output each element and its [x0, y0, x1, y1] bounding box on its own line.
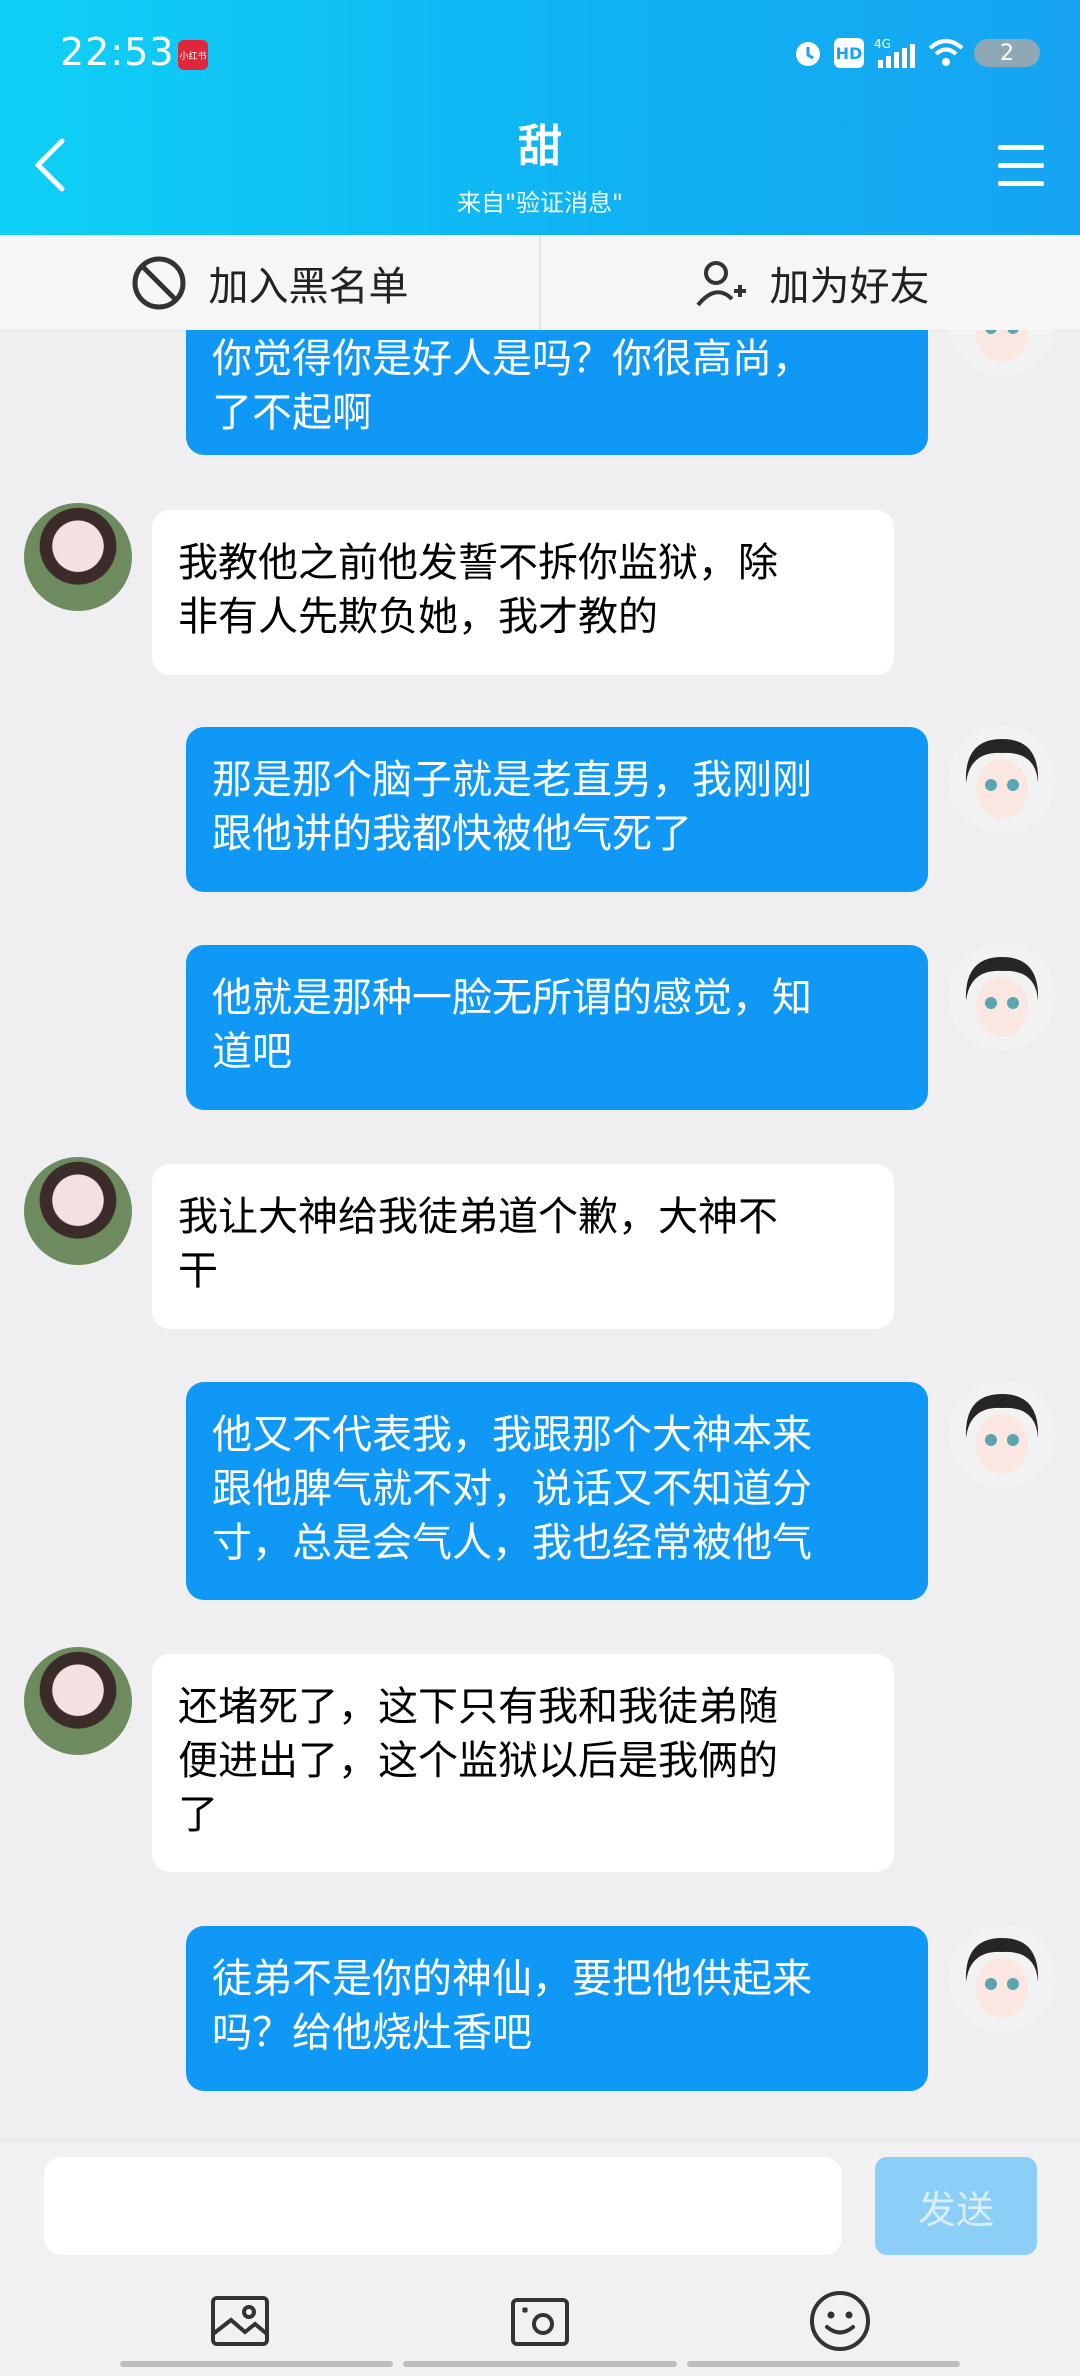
message-line: 道吧: [212, 1029, 292, 1075]
hd-icon: HD: [834, 38, 864, 68]
composer-toolbar: [0, 2276, 1080, 2366]
title-block: 甜 来自"验证消息": [0, 125, 1080, 218]
page-title: 甜: [518, 121, 562, 172]
message-line: 了不起啊: [212, 390, 372, 436]
avatar[interactable]: [24, 1157, 132, 1265]
composer: 发送: [0, 2140, 1080, 2376]
gesture-bar-segment: [686, 2361, 960, 2367]
avatar[interactable]: [24, 1647, 132, 1755]
message-line: 了: [178, 1792, 218, 1838]
image-icon: [211, 2296, 269, 2346]
add-user-icon: [695, 260, 746, 306]
avatar-image-icon: [948, 330, 1056, 376]
avatar-image-icon: [948, 1924, 1056, 2032]
message-line: 徒弟不是你的神仙，要把他供起来: [212, 1956, 812, 2002]
image-button[interactable]: [205, 2286, 275, 2356]
battery-indicator: 2: [974, 39, 1040, 67]
avatar[interactable]: [948, 725, 1056, 833]
avatar[interactable]: [24, 503, 132, 611]
message-bubble[interactable]: 徒弟不是你的神仙，要把他供起来 吗？给他烧灶香吧: [186, 1926, 928, 2091]
alarm-icon: [792, 37, 824, 69]
menu-button[interactable]: [998, 145, 1044, 187]
message-line: 那是那个脑子就是老直男，我刚刚: [212, 757, 812, 803]
message-line: 你觉得你是好人是吗？你很高尚，: [212, 336, 812, 382]
camera-button[interactable]: [505, 2286, 575, 2356]
message-input[interactable]: [44, 2157, 842, 2255]
message-line: 寸，总是会气人，我也经常被他气: [212, 1520, 812, 1566]
message-bubble[interactable]: 他就是那种一脸无所谓的感觉，知 道吧: [186, 945, 928, 1110]
chat-screen: 22:53 小红书 HD 4G 2 甜 来自"验证消息" 加入黑名单 加为好友 …: [0, 0, 1080, 2376]
blacklist-label: 加入黑名单: [208, 263, 409, 310]
avatar-image-icon: [948, 1380, 1056, 1488]
app-badge-icon: 小红书: [178, 40, 208, 70]
message-line: 我让大神给我徒弟道个歉，大神不: [178, 1194, 778, 1240]
message-line: 跟他脾气就不对，说话又不知道分: [212, 1466, 812, 1512]
avatar-image-icon: [948, 725, 1056, 833]
status-time: 22:53: [60, 30, 175, 74]
emoji-button[interactable]: [805, 2286, 875, 2356]
message-line: 干: [178, 1248, 218, 1294]
emoji-icon: [810, 2291, 870, 2351]
avatar[interactable]: [948, 1380, 1056, 1488]
signal-icon: 4G: [874, 36, 918, 70]
avatar[interactable]: [948, 330, 1056, 376]
message-line: 我教他之前他发誓不拆你监狱，除: [178, 540, 778, 586]
message-line: 他就是那种一脸无所谓的感觉，知: [212, 975, 812, 1021]
add-friend-label: 加为好友: [769, 263, 930, 310]
avatar[interactable]: [948, 943, 1056, 1051]
menu-icon-bar: [998, 163, 1044, 168]
message-list[interactable]: 你觉得你是好人是吗？你很高尚， 了不起啊 我教他之前他发誓不拆你监狱，除 非有人…: [0, 330, 1080, 2140]
avatar-image-icon: [948, 943, 1056, 1051]
message-bubble[interactable]: 我教他之前他发誓不拆你监狱，除 非有人先欺负她，我才教的: [152, 510, 894, 675]
header: 22:53 小红书 HD 4G 2 甜 来自"验证消息": [0, 0, 1080, 235]
gesture-bar: [120, 2361, 960, 2367]
blacklist-button[interactable]: 加入黑名单: [0, 235, 539, 330]
add-friend-button[interactable]: 加为好友: [541, 235, 1080, 330]
message-line: 跟他讲的我都快被他气死了: [212, 811, 692, 857]
menu-icon-bar: [998, 181, 1044, 186]
message-bubble[interactable]: 还堵死了，这下只有我和我徒弟随 便进出了，这个监狱以后是我俩的 了: [152, 1654, 894, 1872]
message-line: 便进出了，这个监狱以后是我俩的: [178, 1738, 778, 1784]
block-icon: [132, 256, 185, 309]
menu-icon-bar: [998, 145, 1044, 150]
page-subtitle: 来自"验证消息": [456, 189, 624, 217]
wifi-icon: [928, 38, 964, 68]
message-line: 还堵死了，这下只有我和我徒弟随: [178, 1684, 778, 1730]
message-bubble[interactable]: 我让大神给我徒弟道个歉，大神不 干: [152, 1164, 894, 1329]
camera-icon: [511, 2298, 569, 2346]
action-bar: 加入黑名单 加为好友: [0, 235, 1080, 331]
message-line: 他又不代表我，我跟那个大神本来: [212, 1412, 812, 1458]
message-line: 吗？给他烧灶香吧: [212, 2010, 532, 2056]
message-bubble[interactable]: 那是那个脑子就是老直男，我刚刚 跟他讲的我都快被他气死了: [186, 727, 928, 892]
network-label: 4G: [874, 37, 891, 51]
gesture-bar-segment: [120, 2361, 394, 2367]
message-line: 非有人先欺负她，我才教的: [178, 594, 658, 640]
message-bubble[interactable]: 你觉得你是好人是吗？你很高尚， 了不起啊: [186, 330, 928, 455]
avatar[interactable]: [948, 1924, 1056, 2032]
status-icons: HD 4G 2: [792, 36, 1040, 70]
message-bubble[interactable]: 他又不代表我，我跟那个大神本来 跟他脾气就不对，说话又不知道分 寸，总是会气人，…: [186, 1382, 928, 1600]
gesture-bar-segment: [403, 2361, 677, 2367]
send-button[interactable]: 发送: [875, 2157, 1037, 2255]
